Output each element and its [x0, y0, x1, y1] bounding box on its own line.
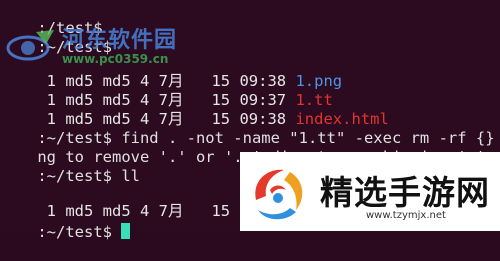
listing-row: 1 md5 md5 4 7月 15 09:38 1.png: [0, 53, 342, 90]
terminal-line: :~/test$ ll: [0, 148, 140, 185]
prompt: :~/test$: [37, 223, 112, 241]
terminal-line: :~/test$ find . -not -name "1.tt" -exec …: [0, 110, 500, 147]
watermark-bottom-right: 精选手游网 www.tzymjx.net: [240, 152, 500, 231]
terminal-output: ng to remove '.' or '..' directory: skip…: [0, 129, 485, 166]
brand-name: 精选手游网: [320, 173, 490, 212]
brand-url: www.tzymjx.net: [366, 210, 446, 221]
terminal-line: :/test$: [0, 0, 102, 37]
brand-logo-icon: [255, 169, 303, 220]
listing-row: 1 md5 md5 4 7月 15 09:38 index.html: [0, 91, 389, 128]
terminal-window[interactable]: :/test$ :~/test$ 1 md5 md5 4 7月 15 09:38…: [0, 0, 500, 241]
listing-row: 1 md5 md5 4 7月 15 09:37 1.tt: [0, 72, 333, 109]
terminal-line: :~/test$: [0, 204, 131, 241]
text-cursor[interactable]: [121, 223, 131, 239]
terminal-line: :~/test$: [0, 19, 112, 56]
